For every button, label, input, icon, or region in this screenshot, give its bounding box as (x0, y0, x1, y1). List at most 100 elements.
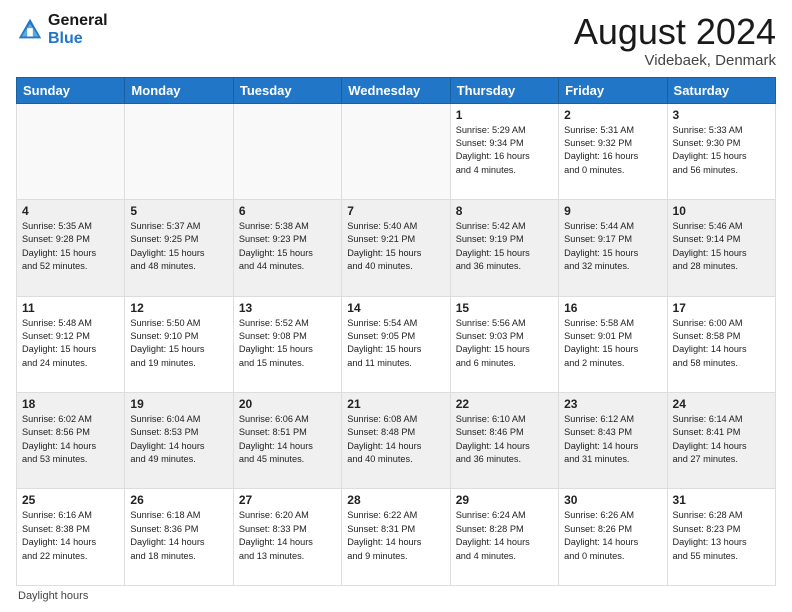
day-number: 25 (22, 493, 119, 507)
title-block: August 2024 Videbaek, Denmark (574, 12, 776, 69)
calendar-cell: 24Sunrise: 6:14 AM Sunset: 8:41 PM Dayli… (667, 393, 775, 489)
calendar-cell: 4 Sunrise: 5:35 AM Sunset: 9:28 PM Daylig… (17, 200, 125, 296)
day-info: Sunrise: 5:48 AM Sunset: 9:12 PM Dayligh… (22, 317, 119, 370)
day-number: 28 (347, 493, 444, 507)
calendar-cell (342, 103, 450, 199)
logo-icon (16, 16, 44, 44)
calendar-cell: 14Sunrise: 5:54 AM Sunset: 9:05 PM Dayli… (342, 296, 450, 392)
day-info: Sunrise: 6:08 AM Sunset: 8:48 PM Dayligh… (347, 413, 444, 466)
day-number: 9 (564, 204, 661, 218)
col-sunday: Sunday (17, 77, 125, 103)
calendar-cell: 21 Sunrise: 6:08 AM Sunset: 8:48 PM Dayli… (342, 393, 450, 489)
day-number: 23 (564, 397, 661, 411)
logo: General Blue (16, 12, 108, 48)
calendar-cell: 16Sunrise: 5:58 AM Sunset: 9:01 PM Dayli… (559, 296, 667, 392)
col-saturday: Saturday (667, 77, 775, 103)
day-info: Sunrise: 5:33 AM Sunset: 9:30 PM Dayligh… (673, 124, 770, 177)
day-number: 29 (456, 493, 553, 507)
calendar-cell: 5 Sunrise: 5:37 AM Sunset: 9:25 PM Daylig… (125, 200, 233, 296)
day-number: 2 (564, 108, 661, 122)
col-friday: Friday (559, 77, 667, 103)
col-monday: Monday (125, 77, 233, 103)
calendar-cell: 30Sunrise: 6:26 AM Sunset: 8:26 PM Dayli… (559, 489, 667, 586)
calendar-cell: 12 Sunrise: 5:50 AM Sunset: 9:10 PM Dayli… (125, 296, 233, 392)
day-info: Sunrise: 5:46 AM Sunset: 9:14 PM Dayligh… (673, 220, 770, 273)
day-number: 14 (347, 301, 444, 315)
calendar-cell: 6 Sunrise: 5:38 AM Sunset: 9:23 PM Daylig… (233, 200, 341, 296)
calendar-cell: 23Sunrise: 6:12 AM Sunset: 8:43 PM Dayli… (559, 393, 667, 489)
day-info: Sunrise: 5:38 AM Sunset: 9:23 PM Dayligh… (239, 220, 336, 273)
calendar-cell: 28 Sunrise: 6:22 AM Sunset: 8:31 PM Dayli… (342, 489, 450, 586)
day-info: Sunrise: 6:14 AM Sunset: 8:41 PM Dayligh… (673, 413, 770, 466)
day-info: Sunrise: 6:20 AM Sunset: 8:33 PM Dayligh… (239, 509, 336, 562)
day-number: 1 (456, 108, 553, 122)
calendar-cell: 29 Sunrise: 6:24 AM Sunset: 8:28 PM Dayli… (450, 489, 558, 586)
day-number: 11 (22, 301, 119, 315)
calendar-header-row: Sunday Monday Tuesday Wednesday Thursday… (17, 77, 776, 103)
day-number: 15 (456, 301, 553, 315)
calendar-cell: 17Sunrise: 6:00 AM Sunset: 8:58 PM Dayli… (667, 296, 775, 392)
week-row-1: 1 Sunrise: 5:29 AM Sunset: 9:34 PM Daylig… (17, 103, 776, 199)
header: General Blue August 2024 Videbaek, Denma… (16, 12, 776, 69)
calendar-cell: 3Sunrise: 5:33 AM Sunset: 9:30 PM Daylig… (667, 103, 775, 199)
day-info: Sunrise: 6:16 AM Sunset: 8:38 PM Dayligh… (22, 509, 119, 562)
day-info: Sunrise: 5:52 AM Sunset: 9:08 PM Dayligh… (239, 317, 336, 370)
calendar-cell: 11 Sunrise: 5:48 AM Sunset: 9:12 PM Dayli… (17, 296, 125, 392)
day-info: Sunrise: 5:58 AM Sunset: 9:01 PM Dayligh… (564, 317, 661, 370)
day-number: 13 (239, 301, 336, 315)
calendar-cell: 19Sunrise: 6:04 AM Sunset: 8:53 PM Dayli… (125, 393, 233, 489)
day-number: 8 (456, 204, 553, 218)
day-number: 6 (239, 204, 336, 218)
calendar-cell: 25 Sunrise: 6:16 AM Sunset: 8:38 PM Dayli… (17, 489, 125, 586)
calendar-cell: 26 Sunrise: 6:18 AM Sunset: 8:36 PM Dayli… (125, 489, 233, 586)
day-info: Sunrise: 6:24 AM Sunset: 8:28 PM Dayligh… (456, 509, 553, 562)
calendar-cell: 31Sunrise: 6:28 AM Sunset: 8:23 PM Dayli… (667, 489, 775, 586)
calendar-cell: 15 Sunrise: 5:56 AM Sunset: 9:03 PM Dayli… (450, 296, 558, 392)
week-row-2: 4 Sunrise: 5:35 AM Sunset: 9:28 PM Daylig… (17, 200, 776, 296)
week-row-4: 18 Sunrise: 6:02 AM Sunset: 8:56 PM Dayli… (17, 393, 776, 489)
calendar-cell: 13 Sunrise: 5:52 AM Sunset: 9:08 PM Dayli… (233, 296, 341, 392)
day-number: 31 (673, 493, 770, 507)
calendar-cell: 27 Sunrise: 6:20 AM Sunset: 8:33 PM Dayli… (233, 489, 341, 586)
day-number: 4 (22, 204, 119, 218)
col-thursday: Thursday (450, 77, 558, 103)
day-number: 5 (130, 204, 227, 218)
day-info: Sunrise: 6:18 AM Sunset: 8:36 PM Dayligh… (130, 509, 227, 562)
day-info: Sunrise: 6:02 AM Sunset: 8:56 PM Dayligh… (22, 413, 119, 466)
calendar-cell: 2Sunrise: 5:31 AM Sunset: 9:32 PM Daylig… (559, 103, 667, 199)
calendar-cell (233, 103, 341, 199)
calendar-cell: 1 Sunrise: 5:29 AM Sunset: 9:34 PM Daylig… (450, 103, 558, 199)
calendar-cell: 7Sunrise: 5:40 AM Sunset: 9:21 PM Daylig… (342, 200, 450, 296)
logo-text: General Blue (48, 12, 108, 48)
month-year: August 2024 (574, 12, 776, 52)
day-info: Sunrise: 5:35 AM Sunset: 9:28 PM Dayligh… (22, 220, 119, 273)
day-info: Sunrise: 5:50 AM Sunset: 9:10 PM Dayligh… (130, 317, 227, 370)
day-info: Sunrise: 5:37 AM Sunset: 9:25 PM Dayligh… (130, 220, 227, 273)
day-number: 21 (347, 397, 444, 411)
footer-note: Daylight hours (16, 590, 776, 602)
day-info: Sunrise: 5:42 AM Sunset: 9:19 PM Dayligh… (456, 220, 553, 273)
calendar-cell: 18 Sunrise: 6:02 AM Sunset: 8:56 PM Dayli… (17, 393, 125, 489)
col-tuesday: Tuesday (233, 77, 341, 103)
day-info: Sunrise: 5:29 AM Sunset: 9:34 PM Dayligh… (456, 124, 553, 177)
day-info: Sunrise: 5:44 AM Sunset: 9:17 PM Dayligh… (564, 220, 661, 273)
day-number: 18 (22, 397, 119, 411)
calendar-cell: 8 Sunrise: 5:42 AM Sunset: 9:19 PM Daylig… (450, 200, 558, 296)
week-row-3: 11 Sunrise: 5:48 AM Sunset: 9:12 PM Dayli… (17, 296, 776, 392)
calendar-cell: 22Sunrise: 6:10 AM Sunset: 8:46 PM Dayli… (450, 393, 558, 489)
day-number: 26 (130, 493, 227, 507)
day-number: 12 (130, 301, 227, 315)
day-number: 17 (673, 301, 770, 315)
calendar-cell: 9 Sunrise: 5:44 AM Sunset: 9:17 PM Daylig… (559, 200, 667, 296)
week-row-5: 25 Sunrise: 6:16 AM Sunset: 8:38 PM Dayli… (17, 489, 776, 586)
calendar-cell (125, 103, 233, 199)
day-number: 27 (239, 493, 336, 507)
calendar-cell: 20Sunrise: 6:06 AM Sunset: 8:51 PM Dayli… (233, 393, 341, 489)
day-info: Sunrise: 5:56 AM Sunset: 9:03 PM Dayligh… (456, 317, 553, 370)
col-wednesday: Wednesday (342, 77, 450, 103)
page: General Blue August 2024 Videbaek, Denma… (0, 0, 792, 612)
day-info: Sunrise: 6:22 AM Sunset: 8:31 PM Dayligh… (347, 509, 444, 562)
day-number: 22 (456, 397, 553, 411)
location: Videbaek, Denmark (574, 52, 776, 69)
day-number: 7 (347, 204, 444, 218)
